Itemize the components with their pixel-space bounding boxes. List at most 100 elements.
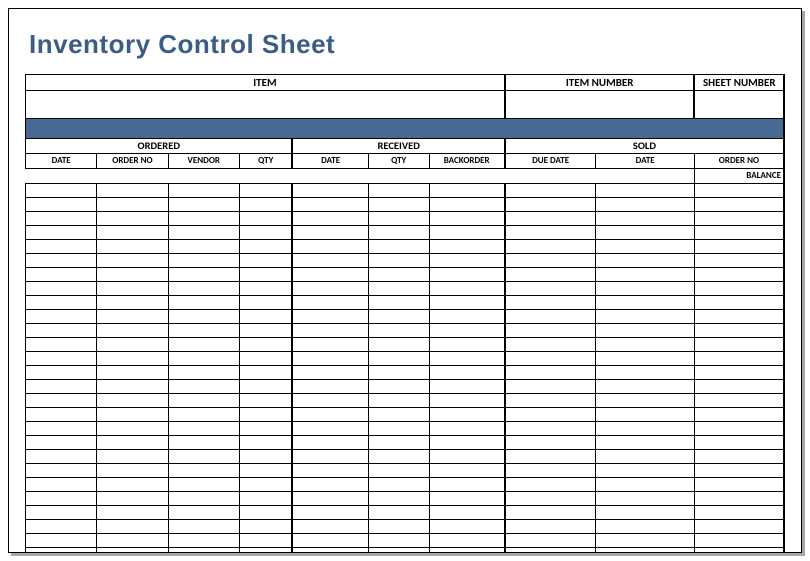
cell[interactable]: [505, 198, 596, 212]
cell[interactable]: [694, 268, 784, 282]
cell[interactable]: [505, 394, 596, 408]
cell[interactable]: [694, 184, 784, 198]
cell[interactable]: [368, 366, 429, 380]
cell[interactable]: [596, 492, 695, 506]
cell[interactable]: [168, 282, 239, 296]
cell[interactable]: [694, 254, 784, 268]
sheet-number-input-cell[interactable]: [694, 91, 784, 119]
cell[interactable]: [505, 184, 596, 198]
cell[interactable]: [97, 226, 168, 240]
cell[interactable]: [694, 492, 784, 506]
cell[interactable]: [239, 520, 292, 534]
cell[interactable]: [239, 450, 292, 464]
cell[interactable]: [596, 310, 695, 324]
cell[interactable]: [168, 436, 239, 450]
cell[interactable]: [694, 240, 784, 254]
cell[interactable]: [368, 548, 429, 554]
cell[interactable]: [97, 324, 168, 338]
cell[interactable]: [239, 478, 292, 492]
cell[interactable]: [505, 534, 596, 548]
cell[interactable]: [694, 366, 784, 380]
cell[interactable]: [505, 212, 596, 226]
cell[interactable]: [26, 366, 97, 380]
cell[interactable]: [168, 198, 239, 212]
cell[interactable]: [97, 506, 168, 520]
cell[interactable]: [368, 240, 429, 254]
cell[interactable]: [596, 548, 695, 554]
cell[interactable]: [694, 422, 784, 436]
cell[interactable]: [26, 282, 97, 296]
cell[interactable]: [368, 506, 429, 520]
cell[interactable]: [505, 436, 596, 450]
cell[interactable]: [292, 380, 368, 394]
cell[interactable]: [239, 380, 292, 394]
cell[interactable]: [292, 226, 368, 240]
cell[interactable]: [168, 450, 239, 464]
cell[interactable]: [292, 534, 368, 548]
cell[interactable]: [26, 436, 97, 450]
cell[interactable]: [97, 282, 168, 296]
cell[interactable]: [239, 226, 292, 240]
cell[interactable]: [292, 268, 368, 282]
cell[interactable]: [239, 240, 292, 254]
cell[interactable]: [505, 352, 596, 366]
cell[interactable]: [168, 394, 239, 408]
cell[interactable]: [429, 506, 505, 520]
cell[interactable]: [694, 352, 784, 366]
cell[interactable]: [97, 268, 168, 282]
cell[interactable]: [239, 324, 292, 338]
cell[interactable]: [292, 352, 368, 366]
cell[interactable]: [97, 408, 168, 422]
cell[interactable]: [239, 310, 292, 324]
cell[interactable]: [596, 478, 695, 492]
cell[interactable]: [26, 254, 97, 268]
cell[interactable]: [694, 282, 784, 296]
cell[interactable]: [26, 296, 97, 310]
cell[interactable]: [596, 366, 695, 380]
cell[interactable]: [596, 282, 695, 296]
cell[interactable]: [97, 296, 168, 310]
cell[interactable]: [368, 310, 429, 324]
cell[interactable]: [368, 408, 429, 422]
cell[interactable]: [596, 254, 695, 268]
cell[interactable]: [239, 464, 292, 478]
cell[interactable]: [168, 464, 239, 478]
cell[interactable]: [97, 478, 168, 492]
cell[interactable]: [97, 352, 168, 366]
cell[interactable]: [368, 184, 429, 198]
cell[interactable]: [596, 268, 695, 282]
cell[interactable]: [168, 492, 239, 506]
cell[interactable]: [292, 422, 368, 436]
cell[interactable]: [505, 310, 596, 324]
cell[interactable]: [505, 492, 596, 506]
cell[interactable]: [694, 394, 784, 408]
cell[interactable]: [368, 226, 429, 240]
cell[interactable]: [97, 212, 168, 226]
cell[interactable]: [429, 380, 505, 394]
cell[interactable]: [694, 310, 784, 324]
cell[interactable]: [694, 380, 784, 394]
cell[interactable]: [429, 422, 505, 436]
cell[interactable]: [368, 296, 429, 310]
cell[interactable]: [596, 394, 695, 408]
cell[interactable]: [97, 520, 168, 534]
cell[interactable]: [168, 366, 239, 380]
cell[interactable]: [596, 198, 695, 212]
cell[interactable]: [168, 380, 239, 394]
cell[interactable]: [26, 338, 97, 352]
cell[interactable]: [292, 296, 368, 310]
cell[interactable]: [596, 352, 695, 366]
cell[interactable]: [596, 226, 695, 240]
cell[interactable]: [368, 338, 429, 352]
cell[interactable]: [239, 338, 292, 352]
cell[interactable]: [239, 534, 292, 548]
cell[interactable]: [239, 352, 292, 366]
cell[interactable]: [239, 366, 292, 380]
cell[interactable]: [26, 478, 97, 492]
cell[interactable]: [429, 338, 505, 352]
cell[interactable]: [26, 184, 97, 198]
cell[interactable]: [239, 422, 292, 436]
cell[interactable]: [596, 520, 695, 534]
cell[interactable]: [239, 506, 292, 520]
cell[interactable]: [429, 240, 505, 254]
